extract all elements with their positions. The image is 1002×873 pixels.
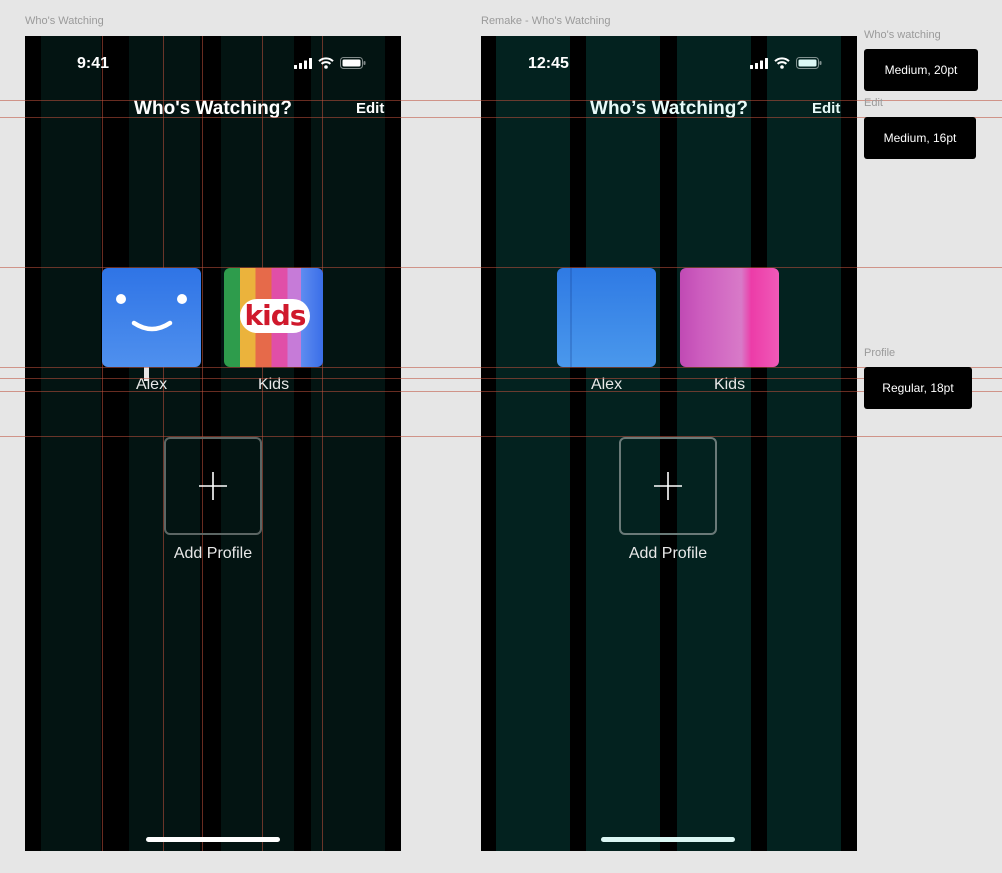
add-profile-label: Add Profile xyxy=(628,545,708,562)
plus-icon xyxy=(654,472,682,500)
spec-chip-profile: Regular, 18pt xyxy=(864,367,972,409)
battery-icon xyxy=(796,57,822,69)
guide-line xyxy=(0,436,1002,437)
profile-avatar-kids[interactable]: kids xyxy=(224,268,323,367)
guide-line xyxy=(0,367,1002,368)
column-overlay xyxy=(570,268,572,367)
home-indicator[interactable] xyxy=(601,837,735,842)
wifi-icon xyxy=(318,57,334,69)
layout-column xyxy=(496,36,570,851)
spec-label-edit: Edit xyxy=(864,97,883,109)
original-phone-screen: 9:41 Who's Watching? Edit Alex kids Kids… xyxy=(25,36,401,851)
cellular-signal-icon xyxy=(750,57,768,69)
spec-chip-title: Medium, 20pt xyxy=(864,49,978,91)
guide-line xyxy=(0,100,1002,101)
spec-chip-edit: Medium, 16pt xyxy=(864,117,976,159)
guide-line xyxy=(0,391,1002,392)
profile-avatar-alex[interactable] xyxy=(557,268,656,367)
battery-icon xyxy=(340,57,366,69)
profile-avatar-kids[interactable] xyxy=(680,268,779,367)
guide-line xyxy=(262,36,263,851)
layout-column xyxy=(767,36,841,851)
plus-icon xyxy=(199,472,227,500)
frame-label-remake: Remake - Who's Watching xyxy=(481,15,611,27)
wifi-icon xyxy=(774,57,790,69)
kids-logo-icon: kids xyxy=(240,299,310,333)
guide-line xyxy=(0,267,1002,268)
guide-line xyxy=(322,36,323,851)
guide-line xyxy=(0,378,1002,379)
add-profile-label: Add Profile xyxy=(173,545,253,562)
spec-label-profile: Profile xyxy=(864,347,896,359)
status-icons xyxy=(750,57,822,69)
add-profile-button[interactable] xyxy=(619,437,717,535)
profile-avatar-alex[interactable] xyxy=(102,268,201,367)
guide-line xyxy=(102,36,103,851)
status-time: 12:45 xyxy=(528,55,569,72)
smiley-face-icon xyxy=(116,294,187,332)
edit-button[interactable]: Edit xyxy=(356,100,384,117)
status-icons xyxy=(294,57,366,69)
frame-label-original: Who's Watching xyxy=(25,15,104,27)
home-indicator[interactable] xyxy=(146,837,280,842)
add-profile-button[interactable] xyxy=(164,437,262,535)
cellular-signal-icon xyxy=(294,57,312,69)
edit-button[interactable]: Edit xyxy=(812,100,840,117)
layout-column xyxy=(41,36,101,851)
guide-line xyxy=(0,117,1002,118)
status-time: 9:41 xyxy=(77,55,110,72)
kids-logo-text: kids xyxy=(244,299,307,332)
remake-phone-screen: 12:45 Who’s Watching? Edit Alex Kids Add… xyxy=(481,36,857,851)
spec-label-title: Who's watching xyxy=(864,29,941,41)
